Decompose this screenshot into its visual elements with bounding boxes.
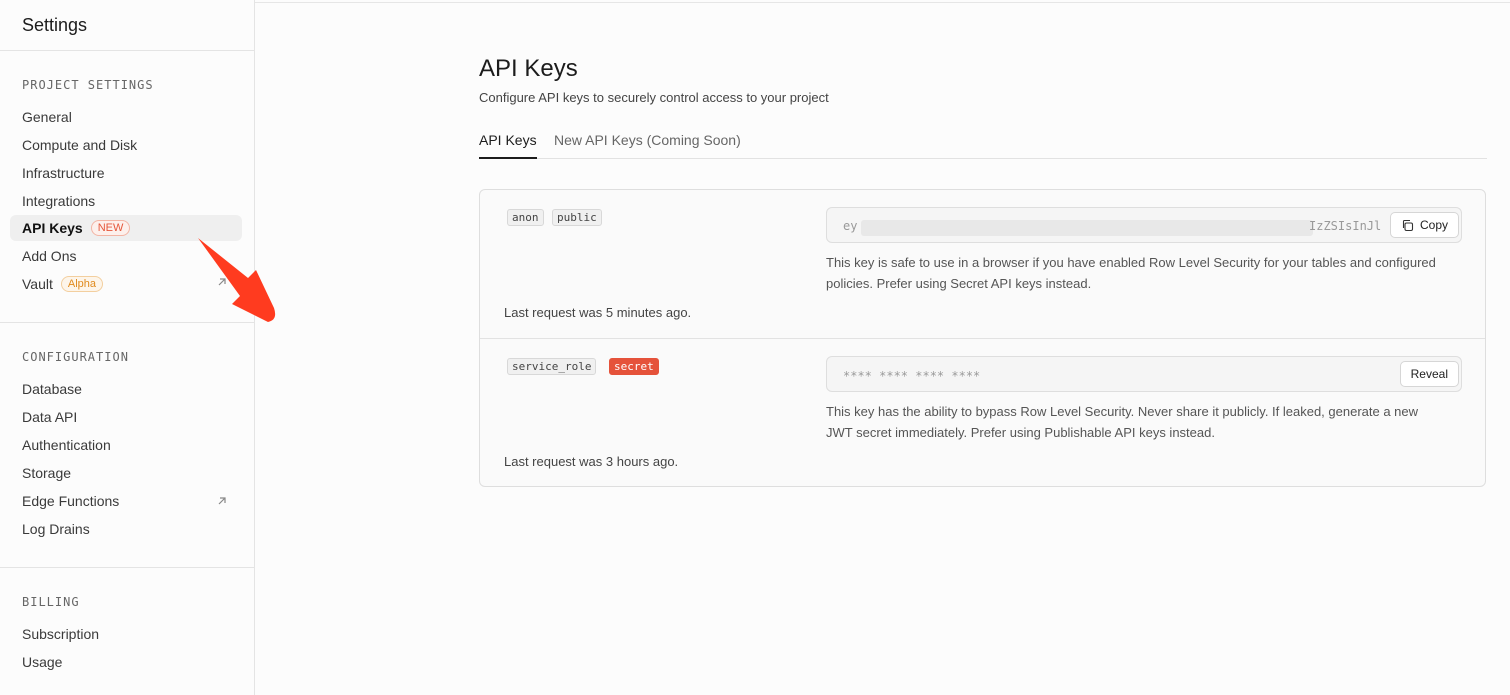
anon-last-request: Last request was 5 minutes ago. <box>504 305 692 320</box>
reveal-button[interactable]: Reveal <box>1399 361 1459 387</box>
sidebar-item-label: Database <box>22 381 82 397</box>
tab-bar: API Keys New API Keys (Coming Soon) <box>479 127 1487 159</box>
reveal-button-label: Reveal <box>1410 367 1448 381</box>
sidebar-item-label: General <box>22 109 72 125</box>
external-link-icon <box>218 497 226 505</box>
sidebar-item-label: Infrastructure <box>22 165 105 181</box>
top-border <box>255 2 1510 3</box>
sidebar-item-general[interactable]: General <box>10 104 242 130</box>
key-tag-secret: secret <box>609 358 659 375</box>
sidebar-item-compute-and-disk[interactable]: Compute and Disk <box>10 132 242 158</box>
key-tag-service-role: service_role <box>507 358 597 375</box>
sidebar-item-integrations[interactable]: Integrations <box>10 188 242 214</box>
alpha-badge: Alpha <box>60 276 104 292</box>
sidebar-item-storage[interactable]: Storage <box>10 460 242 486</box>
sidebar-item-label: Authentication <box>22 437 111 453</box>
service-role-key-field[interactable]: **** **** **** **** Reveal <box>826 356 1462 392</box>
anon-key-description: This key is safe to use in a browser if … <box>826 255 1436 291</box>
sidebar-item-label: Add Ons <box>22 248 77 264</box>
sidebar-item-label: Usage <box>22 654 63 670</box>
service-role-last-request: Last request was 3 hours ago. <box>504 454 679 469</box>
key-tag-public: public <box>552 209 602 226</box>
card-divider <box>480 338 1485 339</box>
sidebar-divider <box>0 50 254 51</box>
api-keys-card: anon public ey IzZSIsInJl Copy This key … <box>479 189 1486 487</box>
tab-api-keys[interactable]: API Keys <box>479 132 537 159</box>
sidebar-item-label: Subscription <box>22 626 100 642</box>
sidebar-item-database[interactable]: Database <box>10 376 242 402</box>
settings-sidebar: Settings PROJECT SETTINGS General Comput… <box>0 0 255 695</box>
copy-button-label: Copy <box>1419 218 1448 232</box>
anon-key-value-start: ey <box>843 219 858 233</box>
section-heading-configuration: CONFIGURATION <box>22 350 129 364</box>
service-role-key-masked: **** **** **** **** <box>843 369 981 383</box>
page-subtitle: Configure API keys to securely control a… <box>479 90 829 105</box>
sidebar-item-label: Integrations <box>22 193 96 209</box>
anon-key-field[interactable]: ey IzZSIsInJl Copy <box>826 207 1462 243</box>
section-heading-billing: BILLING <box>22 595 80 609</box>
blurred-key-section <box>861 220 1313 236</box>
new-badge: NEW <box>90 220 131 236</box>
sidebar-item-label: Vault <box>22 276 53 292</box>
sidebar-item-usage[interactable]: Usage <box>10 649 242 675</box>
sidebar-item-label: Data API <box>22 409 78 425</box>
copy-button[interactable]: Copy <box>1389 212 1459 238</box>
sidebar-title: Settings <box>22 15 88 35</box>
sidebar-item-authentication[interactable]: Authentication <box>10 432 242 458</box>
page-title: API Keys <box>479 55 578 82</box>
tab-new-api-keys[interactable]: New API Keys (Coming Soon) <box>554 132 741 157</box>
annotation-arrow-icon <box>198 238 276 322</box>
anon-key-value-end: IzZSIsInJl <box>1309 219 1382 233</box>
sidebar-item-data-api[interactable]: Data API <box>10 404 242 430</box>
sidebar-item-subscription[interactable]: Subscription <box>10 621 242 647</box>
section-heading-project-settings: PROJECT SETTINGS <box>22 78 154 92</box>
sidebar-item-label: Storage <box>22 465 72 481</box>
sidebar-item-edge-functions[interactable]: Edge Functions <box>10 488 242 514</box>
sidebar-item-label: Compute and Disk <box>22 137 138 153</box>
key-tag-anon: anon <box>507 209 544 226</box>
sidebar-divider <box>0 567 254 568</box>
sidebar-item-label: Log Drains <box>22 521 90 537</box>
sidebar-item-label: Edge Functions <box>22 493 120 509</box>
sidebar-item-infrastructure[interactable]: Infrastructure <box>10 160 242 186</box>
service-role-key-description: This key has the ability to bypass Row L… <box>826 404 1419 440</box>
sidebar-item-log-drains[interactable]: Log Drains <box>10 516 242 542</box>
sidebar-item-label: API Keys <box>22 220 83 236</box>
copy-icon <box>1402 219 1414 231</box>
